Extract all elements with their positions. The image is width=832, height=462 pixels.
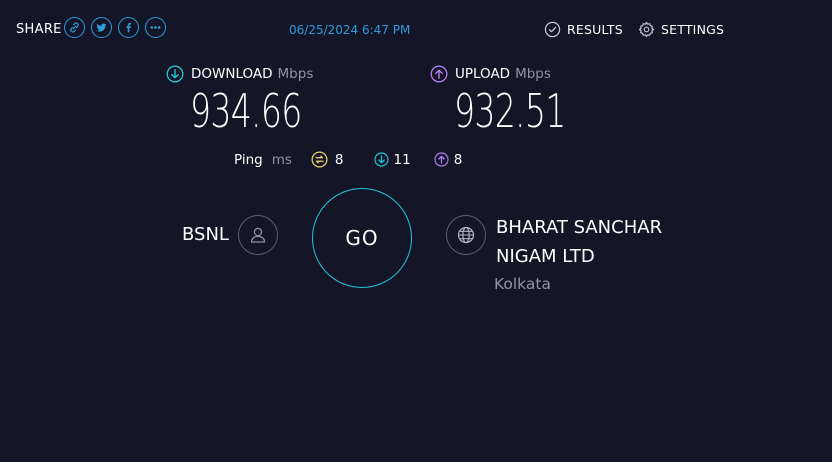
- share-link-button[interactable]: [64, 17, 85, 38]
- share-label: SHARE: [16, 22, 62, 37]
- test-timestamp[interactable]: 06/25/2024 6:47 PM: [289, 23, 410, 37]
- results-button[interactable]: RESULTS: [544, 21, 623, 38]
- upload-arrow-icon: [430, 65, 448, 83]
- ping-idle-icon: [311, 151, 328, 168]
- isp-name: BSNL: [182, 224, 229, 245]
- ping-upload[interactable]: 8: [434, 151, 463, 168]
- results-label: RESULTS: [567, 22, 623, 37]
- gear-icon: [638, 21, 655, 38]
- share-twitter-button[interactable]: [91, 17, 112, 38]
- settings-button[interactable]: SETTINGS: [638, 21, 724, 38]
- ping-idle[interactable]: 8: [311, 151, 344, 168]
- ping-idle-value: 8: [334, 151, 344, 168]
- ping-upload-icon: [434, 152, 449, 167]
- share-facebook-button[interactable]: [118, 17, 139, 38]
- user-icon: [250, 227, 266, 243]
- server-name: BHARAT SANCHAR NIGAM LTD: [496, 217, 663, 267]
- download-unit: Mbps: [277, 66, 314, 82]
- download-arrow-icon: [166, 65, 184, 83]
- globe-icon: [457, 226, 475, 244]
- go-label: GO: [345, 226, 379, 250]
- upload-label: UPLOAD: [455, 66, 511, 82]
- server-location[interactable]: Kolkata: [494, 275, 551, 293]
- change-server-button[interactable]: [446, 215, 486, 255]
- more-dots-icon: [150, 26, 161, 29]
- facebook-icon: [126, 23, 131, 33]
- ping-label: Ping: [234, 151, 263, 168]
- ping-download[interactable]: 11: [373, 151, 411, 168]
- ping-unit: ms: [271, 151, 292, 168]
- upload-header: UPLOAD Mbps: [430, 65, 551, 83]
- go-button[interactable]: GO: [312, 188, 412, 288]
- upload-unit: Mbps: [515, 66, 551, 82]
- settings-label: SETTINGS: [661, 22, 725, 37]
- download-label: DOWNLOAD: [191, 66, 273, 82]
- ping-upload-value: 8: [453, 151, 463, 168]
- twitter-icon: [96, 23, 107, 32]
- upload-speed-value: 932.51: [454, 84, 566, 138]
- isp-user-badge: [238, 215, 278, 255]
- check-circle-icon: [544, 21, 561, 38]
- link-icon: [70, 22, 79, 33]
- ping-download-value: 11: [393, 151, 411, 168]
- ping-row: Ping ms 8 11 8: [234, 151, 462, 168]
- ping-download-icon: [373, 152, 389, 167]
- download-header: DOWNLOAD Mbps: [166, 65, 313, 83]
- share-more-button[interactable]: [145, 17, 166, 38]
- download-speed-value: 934.66: [190, 84, 302, 138]
